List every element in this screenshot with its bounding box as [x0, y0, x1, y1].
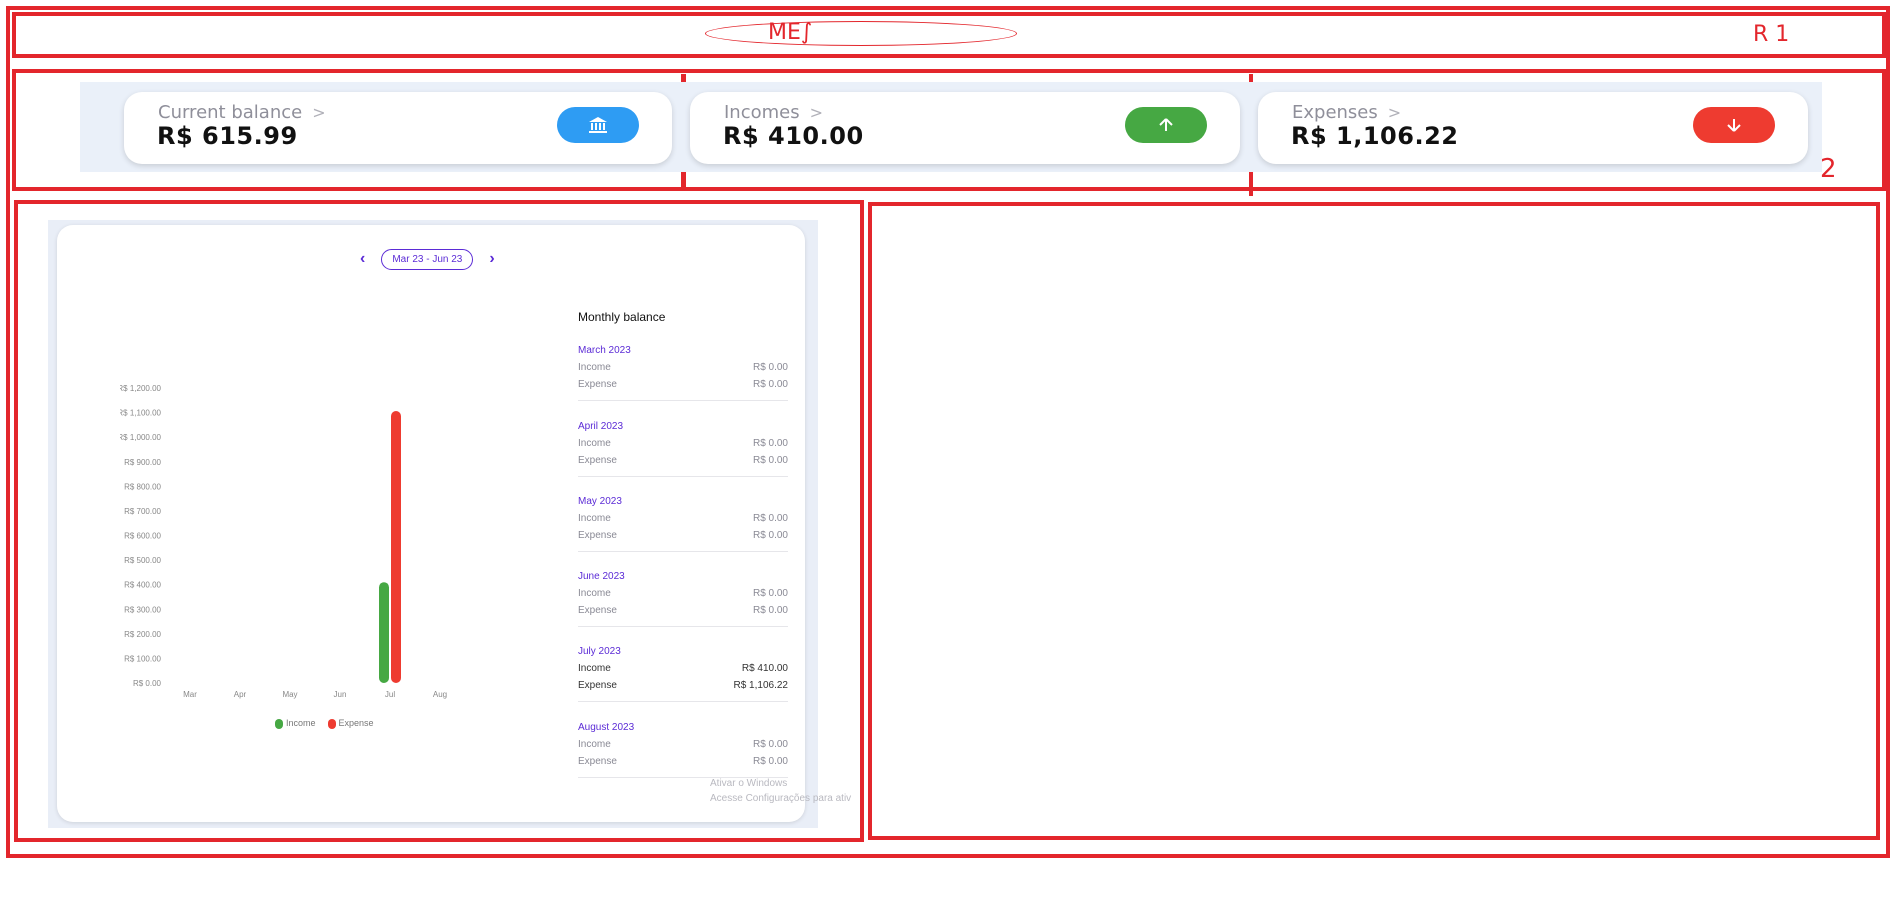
chevron-right-icon: > [1387, 103, 1402, 122]
expense-row: Expense R$ 0.00 [578, 379, 788, 390]
date-range-button[interactable]: Mar 23 - Jun 23 [381, 248, 474, 270]
expense-row: Expense R$ 0.00 [578, 605, 788, 616]
y-tick-label: R$ 400.00 [124, 581, 161, 590]
monthly-bar-chart: R$ 0.00 R$ 100.00 R$ 200.00 R$ 300.00 R$ 400… [120, 384, 447, 699]
month-block: August 2023 Income R$ 0.00 Expense R$ 0.00 [578, 722, 788, 778]
month-block: April 2023 Income R$ 0.00 Expense R$ 0.00 [578, 421, 788, 477]
y-tick-label: R$ 900.00 [124, 458, 161, 467]
windows-activation-watermark: Ativar o Windows Acesse Configurações pa… [710, 776, 851, 806]
watermark-line: Ativar o Windows [710, 778, 788, 789]
month-name: April 2023 [578, 421, 624, 432]
income-row: Income R$ 0.00 [578, 588, 788, 599]
income-row: Income R$ 410.00 [578, 663, 788, 674]
chevron-right-icon: > [809, 103, 824, 122]
arrow-down-icon[interactable] [1693, 107, 1775, 143]
income-row: Income R$ 0.00 [578, 362, 788, 373]
divider [578, 701, 788, 702]
chevron-right-icon: > [312, 103, 326, 122]
month-block: May 2023 Income R$ 0.00 Expense R$ 0.00 [578, 496, 788, 552]
arrow-up-icon[interactable] [1125, 107, 1207, 143]
y-tick-label: R$ 500.00 [124, 556, 161, 565]
income-bar [379, 582, 389, 683]
label-r2: 2 [1820, 154, 1837, 184]
divider [578, 400, 788, 401]
y-tick-label: R$ 300.00 [124, 605, 161, 614]
chart-legend: Income Expense [275, 718, 374, 729]
y-tick-label: R$ 1,200.00 [120, 384, 162, 393]
y-tick-label: R$ 700.00 [124, 507, 161, 516]
month-name: August 2023 [578, 722, 635, 733]
month-block: June 2023 Income R$ 0.00 Expense R$ 0.00 [578, 571, 788, 627]
card-amount: R$ 1,106.22 [1291, 122, 1459, 150]
header-scribble-ellipse [705, 21, 1017, 46]
expense-bar [391, 411, 401, 683]
header-scribble-text: ME∫ [768, 20, 813, 45]
x-tick-label: Aug [433, 690, 447, 699]
divider [578, 476, 788, 477]
date-range-nav: ‹ Mar 23 - Jun 23 › [360, 245, 495, 273]
bank-icon[interactable] [557, 107, 639, 143]
legend-item-expense[interactable]: Expense [327, 718, 374, 729]
chevron-left-icon[interactable]: ‹ [360, 250, 365, 268]
card-incomes[interactable]: Incomes > R$ 410.00 [690, 92, 1240, 164]
month-name: March 2023 [578, 345, 631, 356]
month-block: July 2023 Income R$ 410.00 Expense R$ 1,10… [578, 646, 788, 702]
x-tick-label: Jul [385, 690, 395, 699]
card-title: Current balance > [158, 102, 326, 123]
y-tick-label: R$ 1,100.00 [120, 409, 162, 418]
card-title: Incomes > [724, 102, 824, 123]
card-title: Expenses > [1292, 102, 1402, 123]
card-expenses[interactable]: Expenses > R$ 1,106.22 [1258, 92, 1808, 164]
y-tick-label: R$ 600.00 [124, 532, 161, 541]
legend-item-income[interactable]: Income [275, 718, 316, 729]
month-name: June 2023 [578, 571, 625, 582]
y-tick-label: R$ 1,000.00 [120, 433, 162, 442]
watermark-line: Acesse Configurações para ativ [710, 793, 852, 804]
y-tick-label: R$ 0.00 [133, 679, 162, 688]
income-row: Income R$ 0.00 [578, 739, 788, 750]
divider [578, 626, 788, 627]
divider [578, 551, 788, 552]
month-name: July 2023 [578, 646, 621, 657]
y-tick-label: R$ 800.00 [124, 482, 161, 491]
x-tick-label: Mar [183, 690, 197, 699]
y-tick-label: R$ 200.00 [124, 630, 161, 639]
chevron-right-icon[interactable]: › [489, 250, 494, 268]
card-amount: R$ 615.99 [157, 122, 298, 150]
card-current-balance[interactable]: Current balance > R$ 615.99 [124, 92, 672, 164]
income-row: Income R$ 0.00 [578, 513, 788, 524]
expense-row: Expense R$ 0.00 [578, 455, 788, 466]
income-row: Income R$ 0.00 [578, 438, 788, 449]
month-name: May 2023 [578, 496, 622, 507]
region-right [868, 202, 1880, 840]
x-tick-label: Jun [334, 690, 347, 699]
x-tick-label: Apr [234, 690, 247, 699]
y-tick-label: R$ 100.00 [124, 654, 161, 663]
month-block: March 2023 Income R$ 0.00 Expense R$ 0.00 [578, 345, 788, 401]
monthly-balance-title: Monthly balance [578, 310, 666, 324]
card-amount: R$ 410.00 [723, 122, 864, 150]
x-tick-label: May [282, 690, 297, 699]
expense-row: Expense R$ 1,106.22 [578, 680, 788, 691]
label-r1: R 1 [1753, 22, 1790, 47]
expense-row: Expense R$ 0.00 [578, 530, 788, 541]
expense-row: Expense R$ 0.00 [578, 756, 788, 767]
